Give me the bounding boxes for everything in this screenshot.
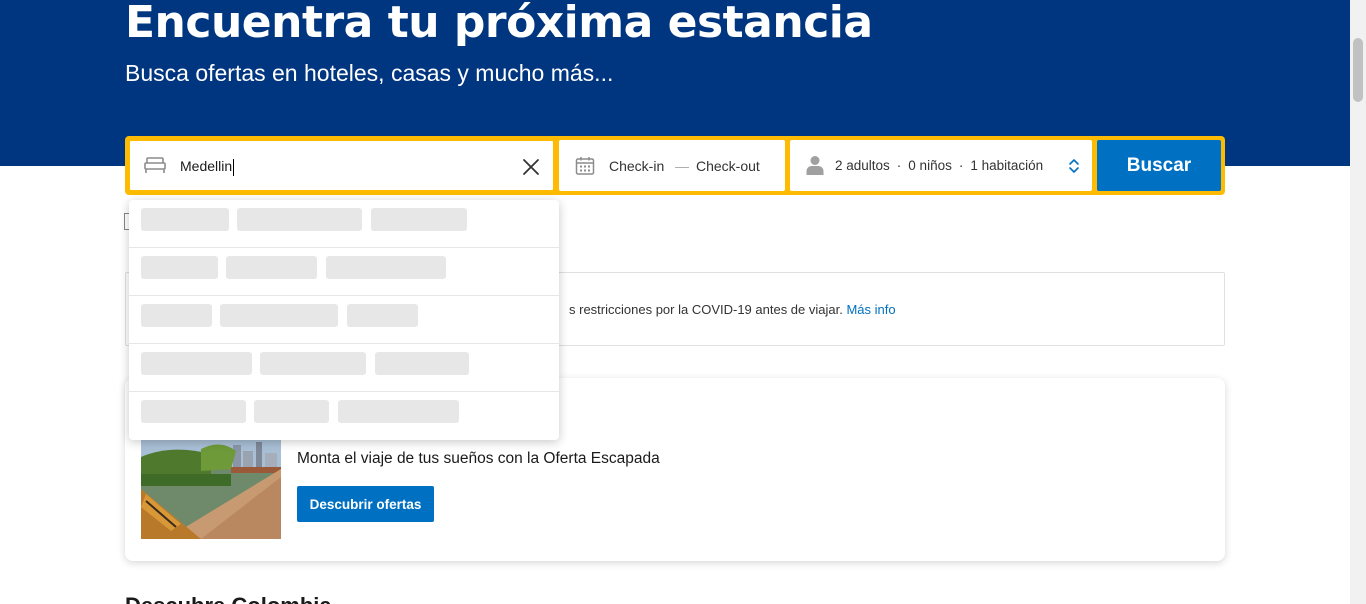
page-subtitle: Busca ofertas en hoteles, casas y mucho … bbox=[125, 60, 614, 86]
scrollbar-thumb[interactable] bbox=[1353, 38, 1363, 102]
destination-input[interactable]: Medellin bbox=[180, 158, 235, 176]
skeleton-block bbox=[141, 208, 229, 231]
autocomplete-item-placeholder[interactable] bbox=[129, 248, 559, 296]
skeleton-block bbox=[226, 256, 317, 279]
autocomplete-item-placeholder[interactable] bbox=[129, 392, 559, 440]
text-caret bbox=[233, 158, 235, 176]
person-icon bbox=[806, 155, 824, 180]
page-scrollbar[interactable] bbox=[1350, 0, 1366, 604]
dates-field[interactable]: Check-in — Check-out bbox=[559, 140, 785, 191]
skeleton-block bbox=[141, 304, 212, 327]
skeleton-block bbox=[237, 208, 362, 231]
skeleton-block bbox=[141, 400, 246, 423]
skeleton-block bbox=[254, 400, 329, 423]
guests-summary[interactable]: 2 adultos · 0 niños · 1 habitación bbox=[835, 158, 1043, 173]
guests-field[interactable]: 2 adultos · 0 niños · 1 habitación bbox=[790, 140, 1092, 191]
skeleton-block bbox=[141, 352, 252, 375]
adults-count: 2 adultos bbox=[835, 158, 890, 173]
search-button[interactable]: Buscar bbox=[1097, 140, 1221, 191]
discover-offers-button[interactable]: Descubrir ofertas bbox=[297, 486, 434, 522]
skeleton-block bbox=[338, 400, 459, 423]
more-info-link[interactable]: Más info bbox=[846, 302, 895, 317]
chevron-updown-icon[interactable] bbox=[1068, 158, 1080, 179]
destination-field[interactable]: Medellin bbox=[129, 140, 554, 191]
autocomplete-item-placeholder[interactable] bbox=[129, 344, 559, 392]
rooms-count: 1 habitación bbox=[970, 158, 1044, 173]
separator-dot: · bbox=[896, 158, 902, 173]
skeleton-block bbox=[260, 352, 366, 375]
calendar-icon bbox=[575, 156, 595, 180]
skeleton-block bbox=[375, 352, 469, 375]
autocomplete-item-placeholder[interactable] bbox=[129, 200, 559, 248]
promo-image bbox=[141, 439, 281, 539]
promo-text: Monta el viaje de tus sueños con la Ofer… bbox=[297, 450, 660, 467]
checkin-label[interactable]: Check-in bbox=[609, 158, 664, 174]
notice-text: s restricciones por la COVID-19 antes de… bbox=[569, 302, 896, 317]
skeleton-block bbox=[220, 304, 338, 327]
page-title: Encuentra tu próxima estancia bbox=[125, 0, 873, 48]
search-bar: Medellin Check-in — Check-out 2 adultos … bbox=[125, 136, 1225, 195]
skeleton-block bbox=[326, 256, 446, 279]
skeleton-block bbox=[141, 256, 218, 279]
children-count: 0 niños bbox=[908, 158, 952, 173]
date-separator: — bbox=[675, 158, 689, 174]
skeleton-block bbox=[371, 208, 467, 231]
skeleton-block bbox=[347, 304, 418, 327]
separator-dot: · bbox=[958, 158, 964, 173]
checkout-label[interactable]: Check-out bbox=[696, 158, 760, 174]
section-heading: Descubre Colombia bbox=[125, 593, 332, 604]
close-icon[interactable] bbox=[522, 158, 540, 181]
bed-icon bbox=[144, 157, 166, 180]
autocomplete-dropdown bbox=[129, 200, 559, 440]
autocomplete-item-placeholder[interactable] bbox=[129, 296, 559, 344]
